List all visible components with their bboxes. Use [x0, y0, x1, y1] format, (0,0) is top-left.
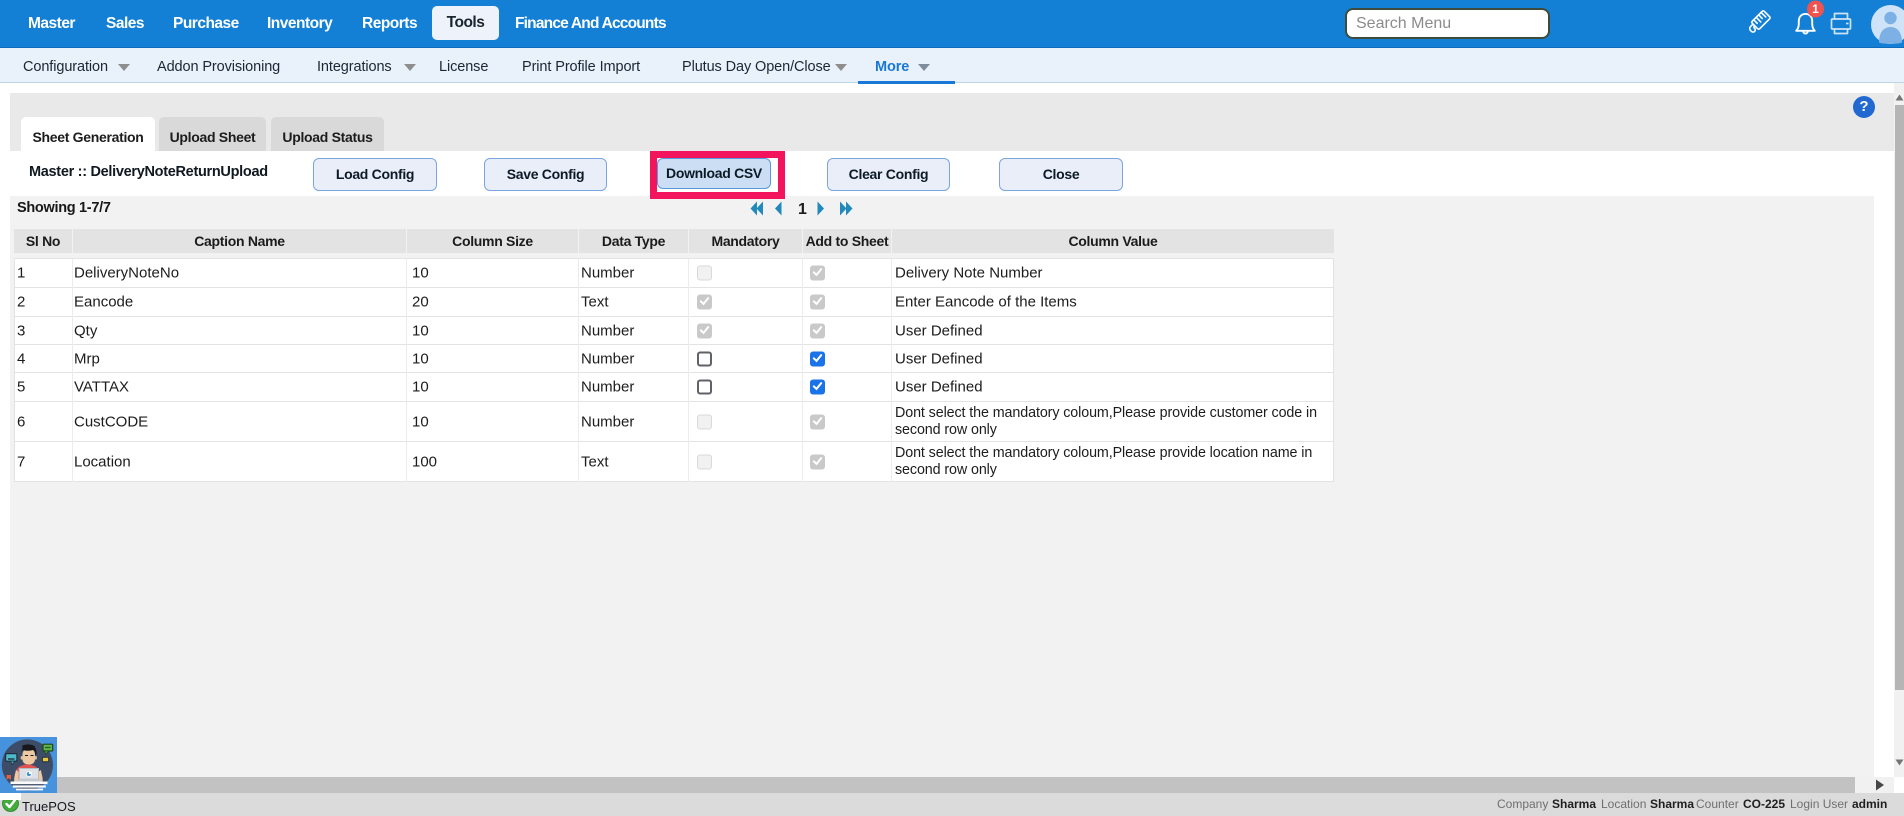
- svg-text:1: 1: [1812, 2, 1819, 16]
- svg-text:1: 1: [798, 201, 807, 218]
